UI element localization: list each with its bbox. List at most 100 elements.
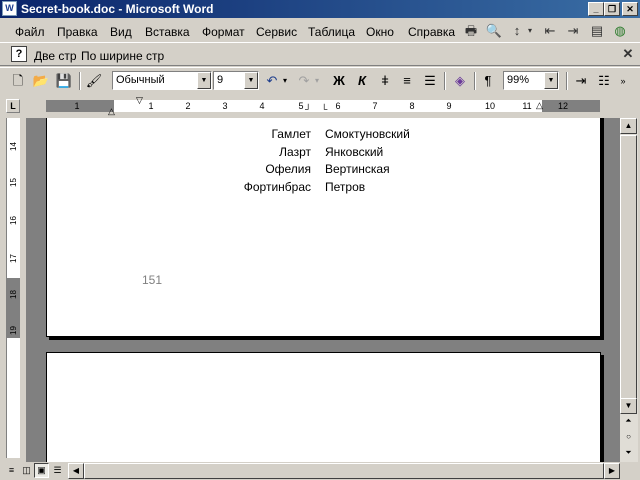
scroll-up-icon[interactable]: ▲ bbox=[620, 118, 637, 134]
tab-selector-icon[interactable]: L bbox=[6, 99, 20, 113]
outline-view-icon[interactable]: ☰ bbox=[50, 463, 65, 478]
left-tab-marker[interactable]: └ bbox=[321, 104, 327, 114]
undo-icon[interactable]: ↶ bbox=[262, 71, 282, 91]
redo-dropdown-icon[interactable]: ▾ bbox=[312, 71, 322, 91]
right-tab-marker[interactable]: ┘ bbox=[305, 104, 311, 114]
show-formatting-button[interactable]: ¶ bbox=[478, 71, 498, 91]
ruler-text-area bbox=[114, 100, 542, 112]
open-folder-icon[interactable]: 📂 bbox=[31, 71, 51, 91]
pdf-icon[interactable]: ▤ bbox=[587, 21, 607, 41]
chevron-down-icon[interactable]: ▼ bbox=[197, 72, 211, 89]
cast-role: Офелия bbox=[265, 162, 311, 176]
cast-role: Лазрт bbox=[279, 145, 311, 159]
vertical-ruler-number: 16 bbox=[9, 216, 18, 225]
print-layout-view-icon[interactable]: ▣ bbox=[34, 463, 49, 478]
zoom-combo[interactable]: 99% ▼ bbox=[503, 71, 559, 90]
print-preview-icon[interactable]: 🖶 bbox=[461, 21, 481, 41]
menu-insert[interactable]: Вставка bbox=[145, 25, 190, 39]
scroll-thumb[interactable] bbox=[620, 135, 637, 403]
bullets-icon[interactable]: ☷ bbox=[594, 71, 614, 91]
menu-bar: Файл Правка Вид Вставка Формат Сервис Та… bbox=[0, 19, 640, 42]
increase-indent-icon[interactable]: ⇥ bbox=[563, 21, 583, 41]
right-indent-marker[interactable]: △ bbox=[536, 100, 543, 111]
reading-toolbar: ? Две стр По ширине стр ✕ bbox=[0, 42, 640, 66]
chevron-down-icon[interactable]: ▼ bbox=[544, 72, 558, 89]
vertical-ruler-number: 15 bbox=[9, 178, 18, 187]
scroll-right-icon[interactable]: ▶ bbox=[604, 463, 620, 479]
cast-actor: Вертинская bbox=[325, 162, 390, 176]
horizontal-ruler[interactable]: L 1 2 1 2 3 4 5 6 7 8 9 10 11 12 △ ▽ △ ┘… bbox=[0, 95, 640, 117]
ruler-number: 8 bbox=[409, 101, 415, 111]
menu-window[interactable]: Окно bbox=[366, 25, 394, 39]
menu-tools[interactable]: Сервис bbox=[256, 25, 297, 39]
strikethrough-icon[interactable]: ǂ bbox=[375, 71, 395, 91]
vertical-ruler[interactable]: 14 15 16 17 18 19 bbox=[6, 118, 20, 458]
ruler-number: 9 bbox=[446, 101, 452, 111]
menu-format[interactable]: Формат bbox=[202, 25, 245, 39]
style-combo[interactable]: Обычный ▼ bbox=[112, 71, 212, 90]
close-toolbar-icon[interactable]: ✕ bbox=[618, 44, 638, 64]
cast-actor: Петров bbox=[325, 180, 366, 194]
toolbar-separator bbox=[474, 72, 476, 90]
find-icon[interactable]: 🔍 bbox=[484, 21, 504, 41]
previous-page-icon[interactable]: ⏶ bbox=[620, 414, 637, 430]
decrease-indent-icon[interactable]: ⇤ bbox=[540, 21, 560, 41]
document-area[interactable]: Гамлет Смоктуновский Лазрт Янковский Офе… bbox=[26, 118, 620, 462]
vertical-ruler-number: 18 bbox=[9, 290, 18, 299]
ruler-number: 7 bbox=[372, 101, 378, 111]
ruler-number: 2 bbox=[185, 101, 191, 111]
save-icon[interactable]: 💾 bbox=[54, 71, 74, 91]
fit-width-button[interactable]: По ширине стр bbox=[81, 49, 164, 63]
menu-help[interactable]: Справка bbox=[408, 25, 455, 39]
title-bar: W Secret-book.doc - Microsoft Word _ ❐ ✕ bbox=[0, 0, 640, 18]
first-line-indent-marker[interactable]: ▽ bbox=[136, 95, 143, 106]
align-center-icon[interactable]: ☰ bbox=[420, 71, 440, 91]
menu-view[interactable]: Вид bbox=[110, 25, 132, 39]
vertical-ruler-number: 19 bbox=[9, 326, 18, 335]
chevron-down-icon[interactable]: ▼ bbox=[244, 72, 258, 89]
menu-file[interactable]: Файл bbox=[15, 25, 45, 39]
zoom-value: 99% bbox=[507, 74, 530, 86]
horizontal-scroll-thumb[interactable] bbox=[84, 463, 604, 479]
normal-view-icon[interactable]: ≡ bbox=[4, 463, 19, 478]
line-spacing-icon[interactable]: ↕ bbox=[507, 21, 527, 41]
document-page[interactable]: Гамлет Смоктуновский Лазрт Янковский Офе… bbox=[46, 118, 601, 337]
format-painter-icon[interactable]: 🖌 bbox=[84, 71, 104, 91]
select-browse-object-icon[interactable]: ○ bbox=[620, 430, 637, 446]
formatting-toolbar: 🗋 📂 💾 🖌 Обычный ▼ 9 ▼ ↶ ▾ ↷ ▾ Ж К ǂ ≡ ☰ … bbox=[0, 67, 640, 93]
menu-table[interactable]: Таблица bbox=[308, 25, 355, 39]
indent-icon[interactable]: ⇥ bbox=[571, 71, 591, 91]
minimize-button[interactable]: _ bbox=[588, 2, 604, 16]
ruler-number: 12 bbox=[557, 101, 568, 111]
close-button[interactable]: ✕ bbox=[622, 2, 638, 16]
line-spacing-dropdown-icon[interactable]: ▾ bbox=[525, 21, 535, 41]
font-size-combo[interactable]: 9 ▼ bbox=[213, 71, 259, 90]
toolbar-options-icon[interactable]: » bbox=[616, 71, 630, 91]
word-app-icon[interactable]: W bbox=[2, 1, 17, 16]
cast-actor: Янковский bbox=[325, 145, 384, 159]
globe-icon[interactable]: ◍ bbox=[610, 21, 630, 41]
left-indent-marker[interactable]: △ bbox=[108, 106, 115, 117]
vertical-scrollbar[interactable]: ▲ ▼ ⏶ ○ ⏷ bbox=[620, 118, 638, 462]
two-pages-button[interactable]: Две стр bbox=[34, 49, 77, 63]
scroll-down-icon[interactable]: ▼ bbox=[620, 398, 637, 414]
next-page-icon[interactable]: ⏷ bbox=[620, 446, 637, 462]
restore-button[interactable]: ❐ bbox=[604, 2, 620, 16]
bold-button[interactable]: Ж bbox=[329, 71, 349, 91]
redo-icon[interactable]: ↷ bbox=[294, 71, 314, 91]
scroll-left-icon[interactable]: ◀ bbox=[68, 463, 84, 479]
align-left-icon[interactable]: ≡ bbox=[397, 71, 417, 91]
menu-edit[interactable]: Правка bbox=[57, 25, 98, 39]
web-view-icon[interactable]: ◫ bbox=[19, 463, 34, 478]
horizontal-scrollbar[interactable]: ◀ ▶ bbox=[68, 463, 620, 479]
help-icon[interactable]: ? bbox=[11, 46, 27, 62]
ruler-number: 6 bbox=[335, 101, 341, 111]
new-document-icon[interactable]: 🗋 bbox=[8, 71, 28, 91]
document-page-next[interactable] bbox=[46, 352, 601, 462]
research-icon[interactable]: ◈ bbox=[450, 71, 470, 91]
toolbar-separator bbox=[444, 72, 446, 90]
italic-button[interactable]: К bbox=[352, 71, 372, 91]
page-number: 151 bbox=[142, 273, 163, 287]
style-value: Обычный bbox=[116, 74, 165, 86]
undo-dropdown-icon[interactable]: ▾ bbox=[280, 71, 290, 91]
